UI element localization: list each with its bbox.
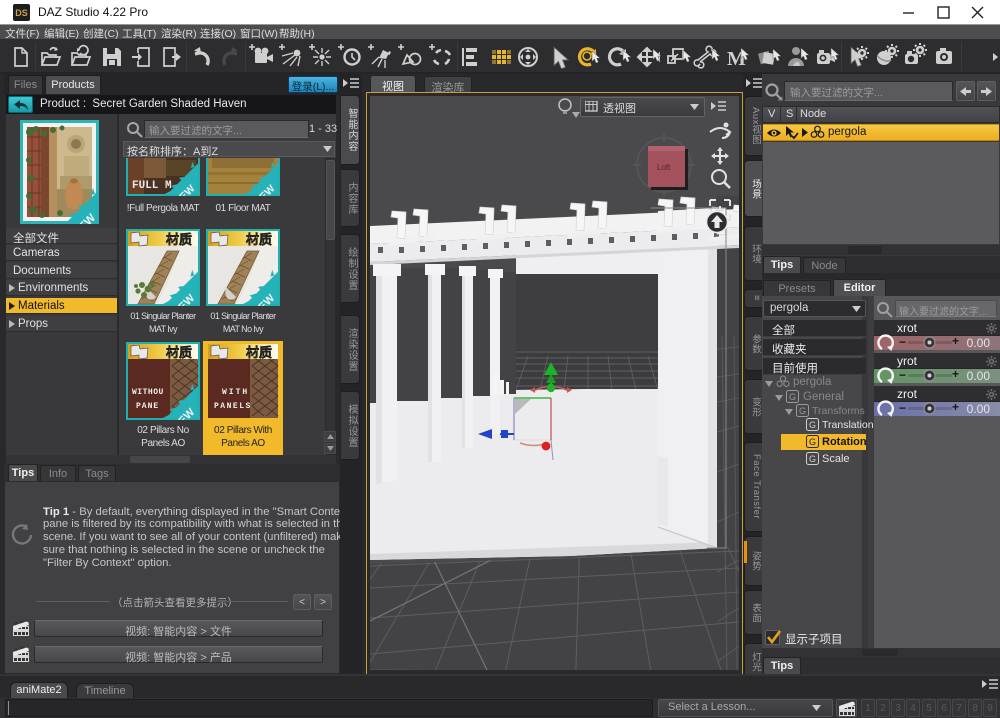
- svg-text:材质: 材质: [166, 232, 192, 247]
- svg-text:材质: 材质: [166, 345, 192, 360]
- svg-text:G: G: [789, 392, 796, 402]
- svg-text:材质: 材质: [246, 345, 272, 360]
- svg-text:G: G: [799, 406, 806, 416]
- svg-text:WITHOU: WITHOU: [132, 388, 164, 397]
- svg-text:FULL M: FULL M: [132, 180, 172, 192]
- svg-text:PANELS: PANELS: [214, 402, 252, 411]
- svg-text:WITH: WITH: [222, 388, 249, 397]
- svg-text:PANE: PANE: [136, 402, 159, 411]
- svg-text:G: G: [809, 420, 816, 430]
- svg-text:Loft: Loft: [657, 163, 671, 172]
- svg-text:G: G: [809, 454, 816, 464]
- svg-text:G: G: [809, 437, 816, 447]
- svg-text:材质: 材质: [246, 232, 272, 247]
